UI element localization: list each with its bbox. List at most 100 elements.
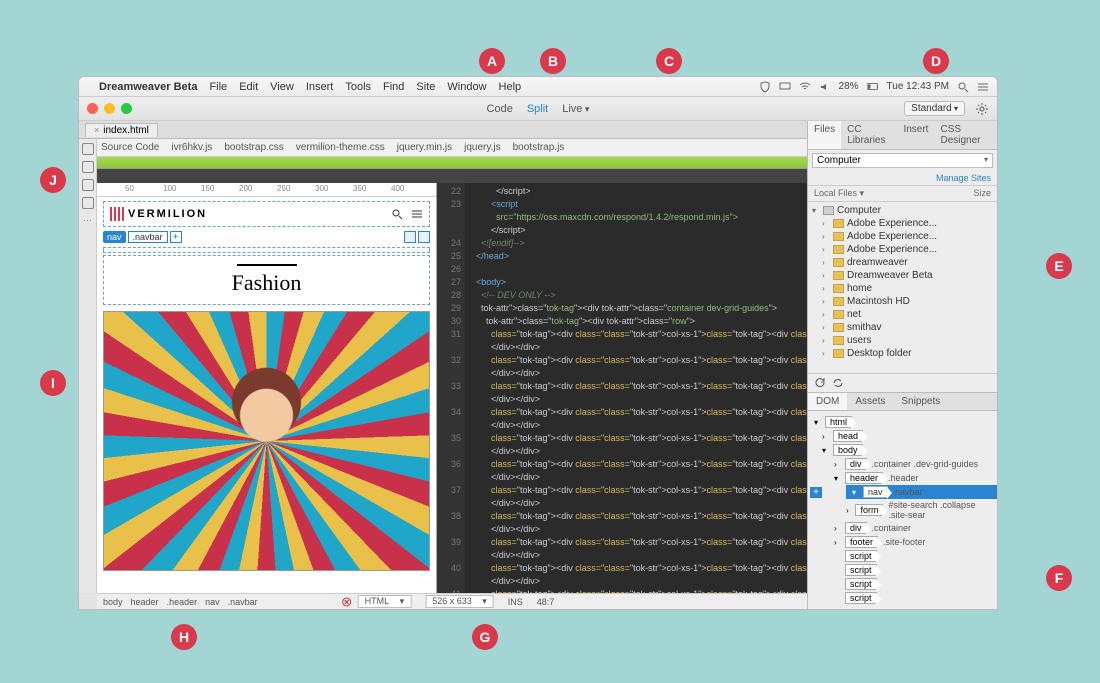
preview-heading-block[interactable]: Fashion [103,255,430,305]
element-selector[interactable]: nav .navbar + [103,231,430,243]
refresh-icon[interactable] [814,377,826,389]
site-dropdown[interactable]: Computer [812,153,993,168]
tree-item[interactable]: ›Adobe Experience... [808,243,997,256]
bc-item[interactable]: header [131,597,159,607]
close-icon[interactable] [87,103,98,114]
search-icon[interactable] [957,81,969,93]
tree-item[interactable]: ›smithav [808,321,997,334]
live-view-pane: 50 100 150 200 250 300 350 400 VERMILION… [97,183,437,593]
bc-item[interactable]: .header [167,597,198,607]
related-file[interactable]: jquery.js [464,142,501,153]
dom-node[interactable]: ›div.container .dev-grid-guides [834,457,991,471]
view-live[interactable]: Live [562,103,589,115]
tree-item[interactable]: ›Dreamweaver Beta [808,269,997,282]
more-icon[interactable]: ⋯ [83,215,92,226]
tab-cclib[interactable]: CC Libraries [841,121,897,149]
related-file[interactable]: jquery.min.js [397,142,452,153]
selector-option-icon[interactable] [418,231,430,243]
col-localfiles[interactable]: Local Files ▾ [814,188,864,199]
close-tab-icon[interactable]: × [94,125,99,135]
files-tree[interactable]: ▾Computer›Adobe Experience...›Adobe Expe… [808,202,997,373]
dom-node[interactable]: ▾html [814,415,991,429]
dom-node[interactable]: ›footer.site-footer [834,535,991,549]
app-name[interactable]: Dreamweaver Beta [99,81,197,93]
brand-logo-icon [110,207,124,221]
tool-icon[interactable] [82,161,94,173]
menu-help[interactable]: Help [499,81,522,93]
menu-file[interactable]: File [209,81,227,93]
doc-tab[interactable]: ×index.html [85,123,158,137]
tree-item[interactable]: ›Adobe Experience... [808,217,997,230]
dims-display[interactable]: 526 x 633 ▾ [425,595,494,608]
tab-snippets[interactable]: Snippets [893,393,948,410]
selector-option-icon[interactable] [404,231,416,243]
menu-insert[interactable]: Insert [306,81,334,93]
preview-hero-image[interactable] [103,311,430,571]
dom-node[interactable]: script [834,591,991,605]
tool-icon[interactable] [82,197,94,209]
related-file[interactable]: ivr6hkv.js [171,142,212,153]
dom-node[interactable]: script [834,563,991,577]
dom-node[interactable]: ›form#site-search .collapse .site-sear [846,499,991,521]
menu-edit[interactable]: Edit [239,81,258,93]
tab-files[interactable]: Files [808,121,841,149]
code-lines[interactable]: </script> <script src="https://oss.maxcd… [467,183,807,593]
tab-dom[interactable]: DOM [808,393,847,410]
sync-icon[interactable] [832,377,844,389]
callout-b: B [540,48,566,74]
bc-item[interactable]: body [103,597,123,607]
tag-selector-breadcrumb[interactable]: body header .header nav .navbar HTML ▾ 5… [97,593,807,609]
search-icon[interactable] [391,208,403,220]
tree-item[interactable]: ›users [808,334,997,347]
tree-item[interactable]: ›home [808,282,997,295]
dom-node[interactable]: ›div.container [834,521,991,535]
error-icon[interactable] [342,597,352,607]
dom-node[interactable]: ▾body [822,443,991,457]
view-code[interactable]: Code [487,103,513,115]
callout-f: F [1046,565,1072,591]
code-view-pane[interactable]: 2223242526272829303132333435363738394041… [437,183,807,593]
dom-node[interactable]: ›head [822,429,991,443]
related-file[interactable]: bootstrap.css [224,142,283,153]
tab-cssdesigner[interactable]: CSS Designer [934,121,997,149]
gear-icon[interactable] [975,102,989,116]
tree-item[interactable]: ›dreamweaver [808,256,997,269]
menu-icon[interactable] [977,81,989,93]
related-file[interactable]: bootstrap.js [513,142,565,153]
related-file[interactable]: Source Code [101,142,159,153]
maximize-icon[interactable] [121,103,132,114]
menu-window[interactable]: Window [447,81,486,93]
manage-sites-link[interactable]: Manage Sites [808,171,997,186]
bc-item[interactable]: nav [205,597,220,607]
dom-node[interactable]: +▾nav.navbar [846,485,997,499]
menu-site[interactable]: Site [416,81,435,93]
tab-insert[interactable]: Insert [897,121,934,149]
tree-item[interactable]: ›Adobe Experience... [808,230,997,243]
preview-nav-outline[interactable] [103,247,430,253]
workspace-switcher[interactable]: Standard [904,101,965,116]
preview-header[interactable]: VERMILION [103,201,430,227]
tool-icon[interactable] [82,143,94,155]
selected-class[interactable]: .navbar [128,231,168,243]
lang-select[interactable]: HTML ▾ [358,595,412,608]
bc-item[interactable]: .navbar [228,597,258,607]
minimize-icon[interactable] [104,103,115,114]
view-split[interactable]: Split [527,103,548,115]
menu-tools[interactable]: Tools [345,81,371,93]
hamburger-icon[interactable] [411,208,423,220]
add-class-button[interactable]: + [170,231,182,243]
tool-icon[interactable] [82,179,94,191]
wifi-icon [799,81,811,93]
menu-view[interactable]: View [270,81,294,93]
menu-find[interactable]: Find [383,81,404,93]
dom-node[interactable]: script [834,577,991,591]
dom-node[interactable]: ▾header.header [834,471,991,485]
tree-item[interactable]: ▾Computer [808,204,997,217]
tree-item[interactable]: ›Desktop folder [808,347,997,360]
tab-assets[interactable]: Assets [847,393,893,410]
tree-item[interactable]: ›Macintosh HD [808,295,997,308]
dom-tree[interactable]: ▾html›head▾body›div.container .dev-grid-… [808,411,997,609]
dom-node[interactable]: script [834,549,991,563]
related-file[interactable]: vermilion-theme.css [296,142,385,153]
tree-item[interactable]: ›net [808,308,997,321]
